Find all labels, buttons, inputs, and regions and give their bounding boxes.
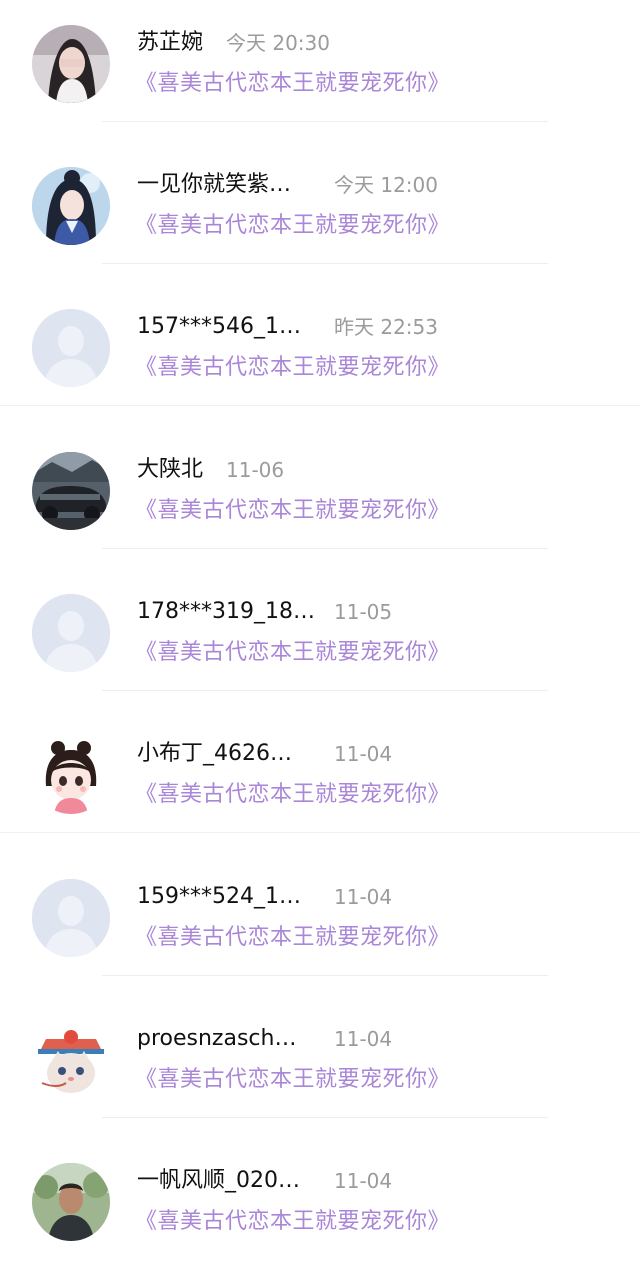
book-title-link[interactable]: 《喜美古代恋本王就要宠死你》	[135, 68, 450, 100]
message-time: 11-06	[226, 458, 285, 482]
user-name: 一帆风顺_020…	[137, 1168, 300, 1193]
avatar[interactable]	[32, 1163, 110, 1241]
book-title-link[interactable]: 《喜美古代恋本王就要宠死你》	[135, 352, 450, 384]
message-time: 今天 12:00	[334, 173, 438, 197]
divider	[0, 832, 640, 833]
book-title-link[interactable]: 《喜美古代恋本王就要宠死你》	[135, 1206, 450, 1238]
anime-girl-avatar-icon	[32, 167, 110, 245]
default-user-icon	[32, 879, 110, 957]
divider	[102, 975, 548, 976]
message-time: 11-05	[334, 600, 393, 624]
book-title-link[interactable]: 《喜美古代恋本王就要宠死你》	[135, 637, 450, 669]
default-user-icon	[32, 594, 110, 672]
book-title-link[interactable]: 《喜美古代恋本王就要宠死你》	[135, 922, 450, 954]
message-time: 11-04	[334, 885, 393, 909]
list-item[interactable]: 159***524_1… 11-04 《喜美古代恋本王就要宠死你》	[0, 854, 640, 996]
message-time: 11-04	[334, 1027, 393, 1051]
list-item[interactable]: 小布丁_4626… 11-04 《喜美古代恋本王就要宠死你》	[0, 711, 640, 853]
book-title-link[interactable]: 《喜美古代恋本王就要宠死你》	[135, 495, 450, 527]
divider	[102, 263, 548, 264]
list-item[interactable]: 157***546_1… 昨天 22:53 《喜美古代恋本王就要宠死你》	[0, 284, 640, 426]
photo-avatar-icon	[32, 25, 110, 103]
user-name: 小布丁_4626…	[137, 741, 292, 766]
divider	[102, 548, 548, 549]
avatar[interactable]	[32, 594, 110, 672]
user-name: 159***524_1…	[137, 884, 301, 909]
avatar[interactable]	[32, 167, 110, 245]
book-title-link[interactable]: 《喜美古代恋本王就要宠死你》	[135, 210, 450, 242]
cartoon-girl-avatar-icon	[32, 736, 110, 814]
user-name: 大陕北	[137, 457, 204, 482]
avatar[interactable]	[32, 879, 110, 957]
message-list: 苏芷婉 今天 20:30 《喜美古代恋本王就要宠死你》 一见你就笑紫… 今天 1…	[0, 0, 640, 1243]
avatar[interactable]	[32, 736, 110, 814]
message-time: 今天 20:30	[226, 31, 330, 55]
book-title-link[interactable]: 《喜美古代恋本王就要宠死你》	[135, 1064, 450, 1096]
man-photo-avatar-icon	[32, 1163, 110, 1241]
default-user-icon	[32, 309, 110, 387]
avatar[interactable]	[32, 452, 110, 530]
user-name: 一见你就笑紫…	[137, 172, 292, 197]
list-item[interactable]: 一见你就笑紫… 今天 12:00 《喜美古代恋本王就要宠死你》	[0, 142, 640, 284]
message-time: 11-04	[334, 742, 393, 766]
car-photo-avatar-icon	[32, 452, 110, 530]
user-name: proesnzasch…	[137, 1026, 297, 1051]
list-item[interactable]: 178***319_18… 11-05 《喜美古代恋本王就要宠死你》	[0, 569, 640, 711]
list-item[interactable]: 大陕北 11-06 《喜美古代恋本王就要宠死你》	[0, 427, 640, 569]
divider	[102, 1117, 548, 1118]
message-time: 昨天 22:53	[334, 315, 438, 339]
divider	[102, 121, 548, 122]
list-item[interactable]: proesnzasch… 11-04 《喜美古代恋本王就要宠死你》	[0, 996, 640, 1138]
list-item[interactable]: 一帆风顺_020… 11-04 《喜美古代恋本王就要宠死你》	[0, 1138, 640, 1280]
avatar[interactable]	[32, 309, 110, 387]
user-name: 苏芷婉	[137, 30, 204, 55]
avatar[interactable]	[32, 1021, 110, 1099]
divider	[0, 405, 640, 406]
book-title-link[interactable]: 《喜美古代恋本王就要宠死你》	[135, 779, 450, 811]
cat-cartoon-avatar-icon	[32, 1021, 110, 1099]
user-name: 178***319_18…	[137, 599, 315, 624]
user-name: 157***546_1…	[137, 314, 301, 339]
list-item[interactable]: 苏芷婉 今天 20:30 《喜美古代恋本王就要宠死你》	[0, 0, 640, 142]
divider	[102, 690, 548, 691]
avatar[interactable]	[32, 25, 110, 103]
message-time: 11-04	[334, 1169, 393, 1193]
